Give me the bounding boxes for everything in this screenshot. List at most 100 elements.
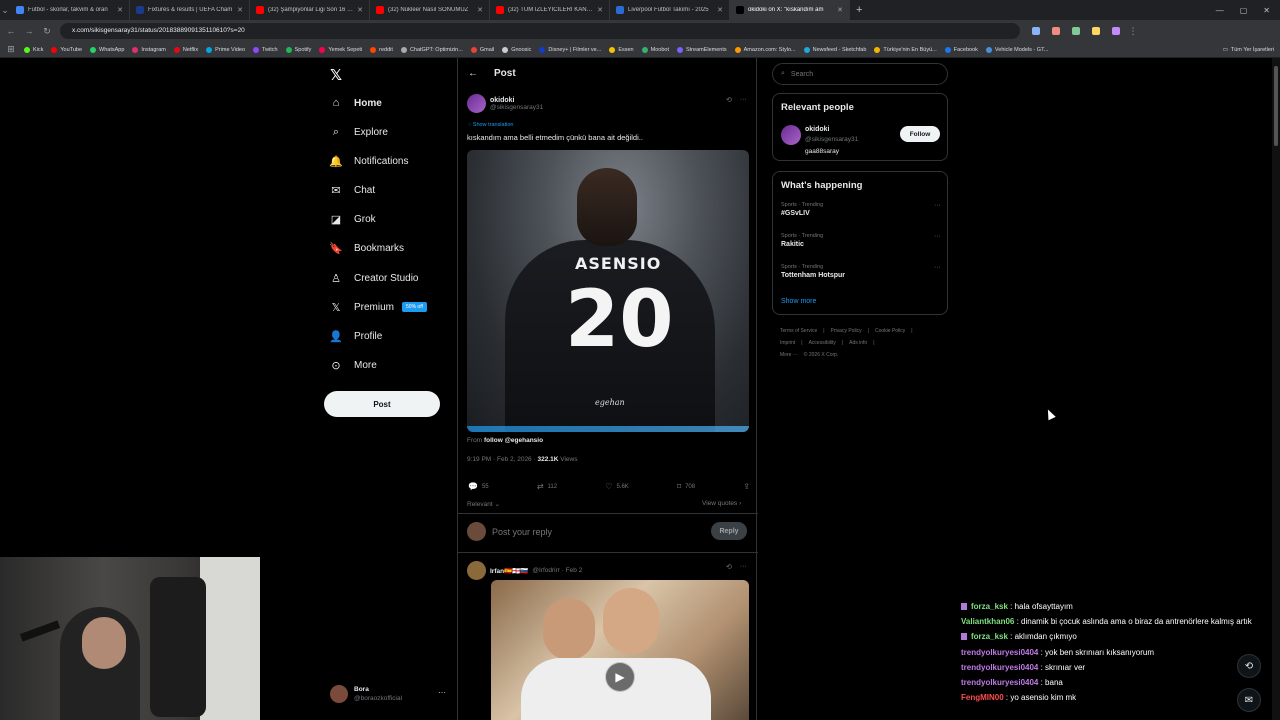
footer-link[interactable]: Privacy Policy	[831, 328, 862, 334]
browser-tab[interactable]: Fixtures & results | UEFA Cham ✕	[130, 0, 250, 20]
account-switcher[interactable]: Bora @boraozkofficial ···	[330, 685, 446, 703]
author-username[interactable]: @sikisgensaray31	[490, 104, 543, 111]
more-dots-icon[interactable]: ···	[740, 563, 747, 571]
avatar[interactable]	[467, 561, 486, 580]
trend-item[interactable]: Sports · Trending Tottenham Hotspur ···	[781, 264, 941, 279]
chat-username[interactable]: trendyolkuryesi0404	[961, 678, 1038, 687]
reply-media-video[interactable]: ▶	[491, 580, 749, 720]
scrollbar-thumb[interactable]	[1274, 66, 1278, 146]
nav-item-more[interactable]: ⊙ More	[330, 359, 376, 372]
tab-close-icon[interactable]: ✕	[833, 6, 843, 14]
minimize-icon[interactable]: —	[1216, 6, 1224, 15]
bookmark-item[interactable]: YouTube	[51, 46, 82, 53]
browser-tab[interactable]: okidoki on X: "kıskandım am ✕	[730, 0, 850, 20]
footer-link[interactable]: Terms of Service	[780, 328, 817, 334]
post-timestamp[interactable]: 9:19 PM · Feb 2, 2026 ·	[467, 456, 536, 463]
bookmark-item[interactable]: reddit	[370, 46, 393, 53]
footer-link[interactable]: Accessibility	[809, 340, 836, 346]
back-arrow-icon[interactable]: ←	[468, 68, 478, 79]
chat-username[interactable]: Valiantkhan06	[961, 617, 1014, 626]
chat-username[interactable]: trendyolkuryesi0404	[961, 648, 1038, 657]
messages-float-icon[interactable]: ✉	[1237, 688, 1261, 712]
grok-float-icon[interactable]: ⟲	[1237, 654, 1261, 678]
bookmark-item[interactable]: Twitch	[253, 46, 278, 53]
tab-close-icon[interactable]: ✕	[353, 6, 363, 14]
reply-display-name[interactable]: Irfan🇪🇸🏴󠁧󠁢󠁥󠁮󠁧󠁿🇸🇮	[490, 567, 528, 575]
bookmark-item[interactable]: Facebook	[944, 46, 978, 53]
bookmark-item[interactable]: Essen	[609, 46, 634, 53]
chat-username[interactable]: forza_ksk	[971, 602, 1008, 611]
avatar[interactable]	[781, 125, 801, 145]
more-dots-icon[interactable]: ···	[934, 264, 941, 271]
menu-icon[interactable]: ⋮	[1128, 26, 1138, 37]
tab-close-icon[interactable]: ✕	[113, 6, 123, 14]
share-action[interactable]: ⇪	[743, 482, 750, 491]
trend-item[interactable]: Sports · Trending Rakitic ···	[781, 233, 941, 248]
bookmark-item[interactable]: Prime Video	[206, 46, 245, 53]
person-display-name[interactable]: okidoki	[805, 126, 830, 133]
bookmark-item[interactable]: Moobot	[641, 46, 669, 53]
source-account-link[interactable]: follow @egehansio	[484, 437, 543, 444]
reply-composer[interactable]: Post your reply	[467, 522, 552, 541]
reply-input[interactable]: Post your reply	[492, 527, 552, 537]
nav-item-chat[interactable]: ✉ Chat	[330, 184, 375, 197]
apps-icon[interactable]: ⊞	[6, 44, 16, 55]
bookmark-item[interactable]: Vehicle Models - GT...	[985, 46, 1048, 53]
url-field[interactable]: x.com/sikisgensaray31/status/20183889091…	[60, 23, 1020, 39]
tab-close-icon[interactable]: ✕	[233, 6, 243, 14]
bookmark-item[interactable]: Spotify	[285, 46, 311, 53]
tab-close-icon[interactable]: ✕	[593, 6, 603, 14]
bookmark-item[interactable]: StreamElements	[676, 46, 727, 53]
x-logo-icon[interactable]: 𝕏	[330, 66, 342, 84]
nav-item-bookmarks[interactable]: 🔖 Bookmarks	[329, 242, 404, 255]
more-dots-icon[interactable]: ···	[934, 202, 941, 209]
tab-search-icon[interactable]: ⌄	[0, 5, 10, 16]
nav-item-profile[interactable]: 👤 Profile	[329, 330, 382, 343]
scrollbar[interactable]	[1272, 58, 1280, 720]
back-icon[interactable]: ←	[6, 26, 16, 36]
browser-tab[interactable]: (32) Nükleer Nasıl SONUMUZ ✕	[370, 0, 490, 20]
author-display-name[interactable]: okidoki	[490, 97, 543, 104]
reply-author[interactable]: Irfan🇪🇸🏴󠁧󠁢󠁥󠁮󠁧󠁿🇸🇮 @Irfodrirr · Feb 2	[467, 561, 582, 580]
nav-item-explore[interactable]: ⌕ Explore	[330, 126, 388, 138]
footer-link[interactable]: Cookie Policy	[875, 328, 905, 334]
person-username[interactable]: @sikisgensaray31	[805, 136, 858, 143]
maximize-icon[interactable]: ▢	[1240, 6, 1248, 15]
nav-item-grok[interactable]: ◪ Grok	[330, 213, 376, 226]
nav-item-premium[interactable]: 𝕏 Premium 50% off	[330, 301, 427, 314]
grok-icon[interactable]: ⟲	[726, 563, 732, 571]
bookmark-item[interactable]: Gnoosic	[502, 46, 531, 53]
reply-action[interactable]: 💬 55	[468, 482, 489, 491]
bookmark-item[interactable]: Disney+ | Filmler ve...	[539, 46, 601, 53]
chat-username[interactable]: FengMIN00	[961, 693, 1004, 702]
bookmark-item[interactable]: WhatsApp	[90, 46, 124, 53]
trend-item[interactable]: Sports · Trending #GSvLIV ···	[781, 202, 941, 217]
like-action[interactable]: ♡ 5.6K	[605, 482, 629, 491]
post-media-image[interactable]: ASENSIO 20 egehan	[467, 150, 749, 432]
view-quotes-link[interactable]: View quotes ›	[702, 500, 741, 507]
bookmark-item[interactable]: Kick	[24, 46, 43, 53]
more-dots-icon[interactable]: ···	[438, 688, 446, 697]
close-window-icon[interactable]: ✕	[1263, 6, 1270, 15]
new-tab-button[interactable]: +	[850, 4, 868, 16]
nav-item-notifications[interactable]: 🔔 Notifications	[329, 155, 408, 168]
extension-icon[interactable]	[1052, 27, 1060, 35]
extension-icon[interactable]	[1112, 27, 1120, 35]
show-translation-link[interactable]: ◌ Show translation	[468, 122, 513, 128]
bookmark-action[interactable]: ⌑ 708	[677, 482, 695, 491]
reload-icon[interactable]: ↻	[42, 26, 52, 37]
bookmark-item[interactable]: Gmail	[470, 46, 494, 53]
reply-sort-dropdown[interactable]: Relevant ⌄	[467, 500, 500, 508]
extension-icon[interactable]	[1092, 27, 1100, 35]
more-dots-icon[interactable]: ···	[740, 96, 747, 104]
bookmark-item[interactable]: ChatGPT: Optimizin...	[400, 46, 463, 53]
bookmark-item[interactable]: Netflix	[173, 46, 198, 53]
browser-tab[interactable]: Liverpool Futbol Takımı - 2025 ✕	[610, 0, 730, 20]
browser-tab[interactable]: Futbol - skorlar, takvim & oran ✕	[10, 0, 130, 20]
tab-close-icon[interactable]: ✕	[473, 6, 483, 14]
repost-action[interactable]: ⇄ 112	[537, 482, 557, 491]
bookmark-item[interactable]: Instagram	[132, 46, 166, 53]
more-dots-icon[interactable]: ···	[934, 233, 941, 240]
nav-item-home[interactable]: ⌂ Home	[330, 97, 382, 109]
reply-username[interactable]: @Irfodrirr · Feb 2	[532, 567, 582, 574]
